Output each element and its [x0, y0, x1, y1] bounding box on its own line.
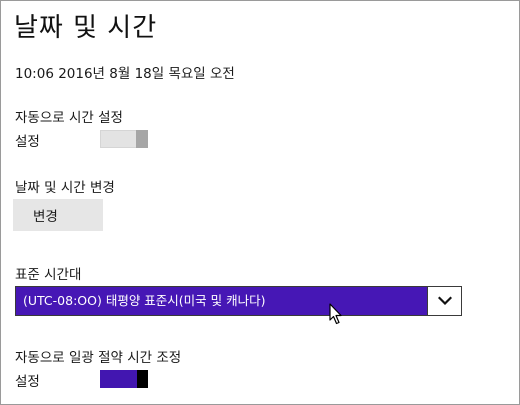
auto-time-label: 자동으로 시간 설정	[15, 110, 123, 126]
timezone-selected-value: (UTC-08:OO) 태평양 표준시(미국 및 캐나다)	[16, 287, 427, 315]
timezone-label: 표준 시간대	[15, 267, 82, 283]
auto-time-state-label: 설정	[15, 134, 40, 150]
current-datetime: 10:06 2016년 8월 18일 목요일 오전	[15, 66, 235, 82]
auto-time-toggle[interactable]	[100, 130, 148, 148]
timezone-select[interactable]: (UTC-08:OO) 태평양 표준시(미국 및 캐나다)	[15, 286, 462, 316]
toggle-thumb	[137, 370, 148, 388]
mouse-pointer-icon	[329, 303, 342, 325]
change-datetime-button[interactable]: 변경	[13, 199, 103, 231]
timezone-dropdown-button[interactable]	[427, 287, 461, 315]
page-title: 날짜 및 시간	[14, 13, 158, 43]
change-datetime-label: 날짜 및 시간 변경	[15, 180, 115, 196]
chevron-down-icon	[437, 296, 452, 306]
dst-label: 자동으로 일광 절약 시간 조정	[15, 350, 182, 366]
dst-toggle[interactable]	[100, 370, 148, 388]
toggle-thumb	[136, 130, 148, 148]
dst-state-label: 설정	[15, 374, 40, 390]
